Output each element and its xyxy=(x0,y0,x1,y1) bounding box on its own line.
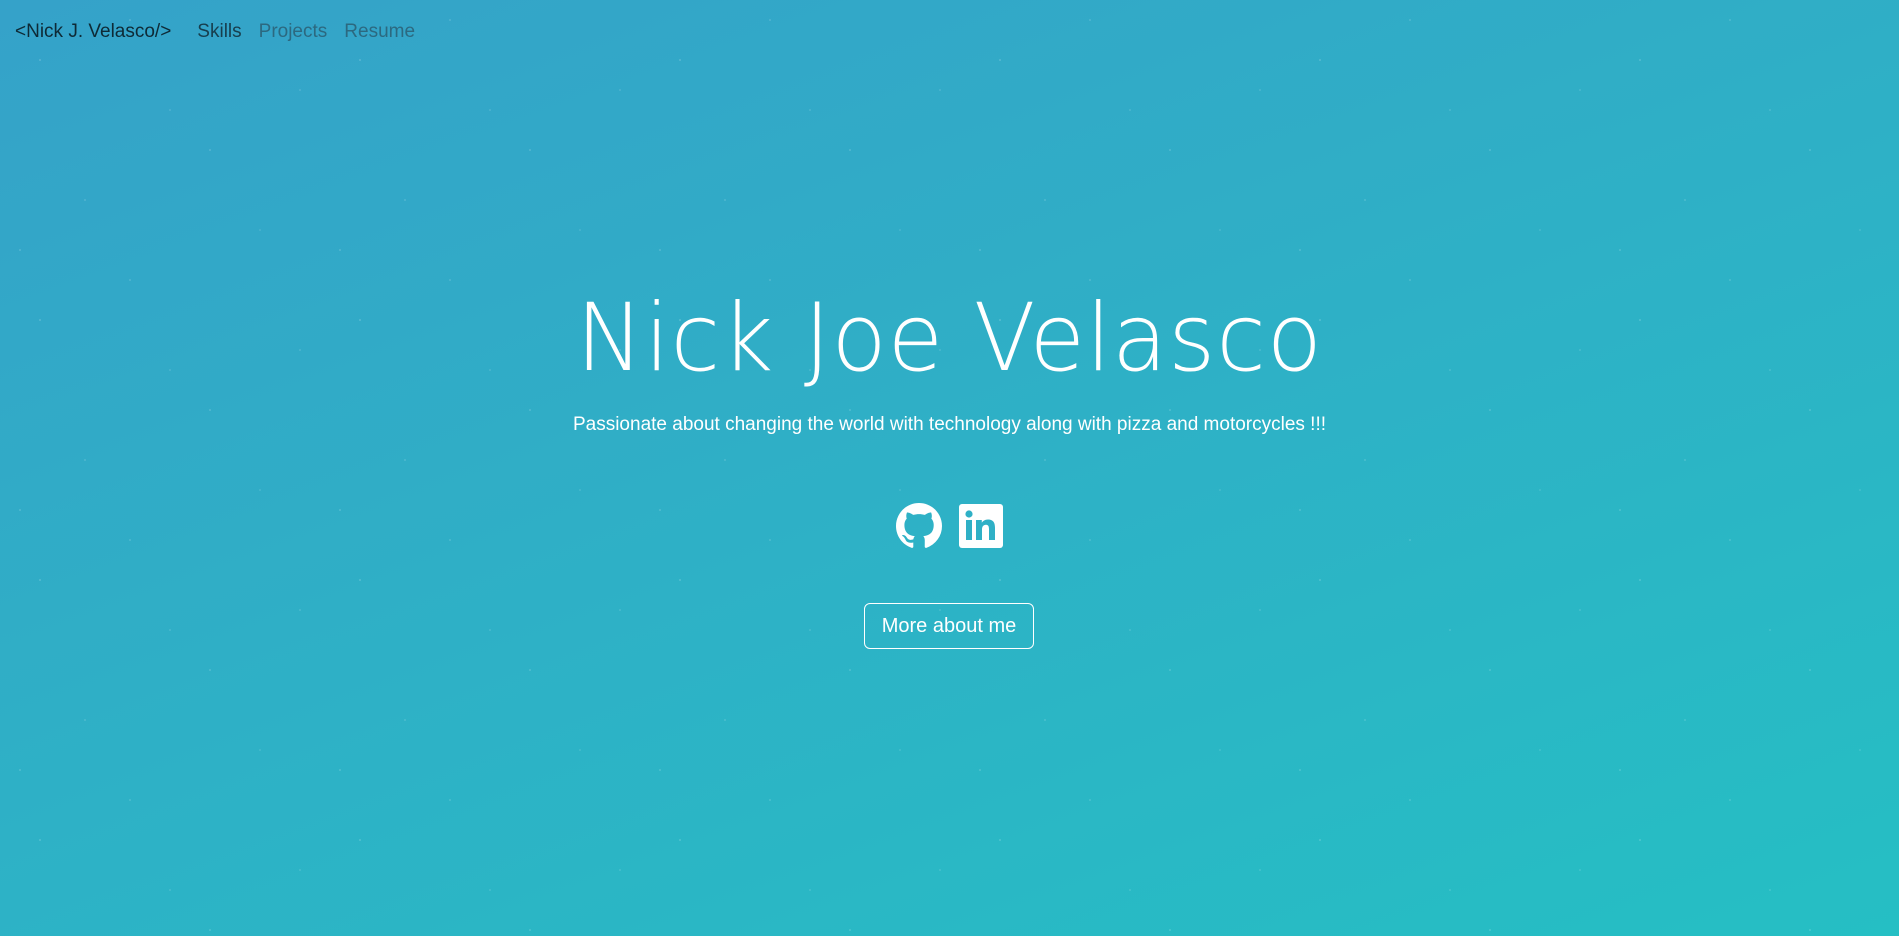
top-navbar: <Nick J. Velasco/> Skills Projects Resum… xyxy=(0,0,1899,64)
nav-link-resume[interactable]: Resume xyxy=(344,21,415,43)
hero-subtitle: Passionate about changing the world with… xyxy=(572,414,1327,435)
social-links xyxy=(0,503,1899,549)
more-about-me-button[interactable]: More about me xyxy=(864,603,1034,649)
hero-section: Nick Joe Velasco Passionate about changi… xyxy=(0,0,1899,936)
linkedin-link[interactable] xyxy=(958,503,1004,549)
nav-link-skills[interactable]: Skills xyxy=(197,21,241,43)
brand-logo-link[interactable]: <Nick J. Velasco/> xyxy=(15,21,171,43)
linkedin-icon xyxy=(958,503,1004,549)
hero-title: Nick Joe Velasco xyxy=(576,284,1323,393)
nav-link-projects[interactable]: Projects xyxy=(259,21,328,43)
github-link[interactable] xyxy=(895,503,942,549)
github-icon xyxy=(895,503,942,549)
